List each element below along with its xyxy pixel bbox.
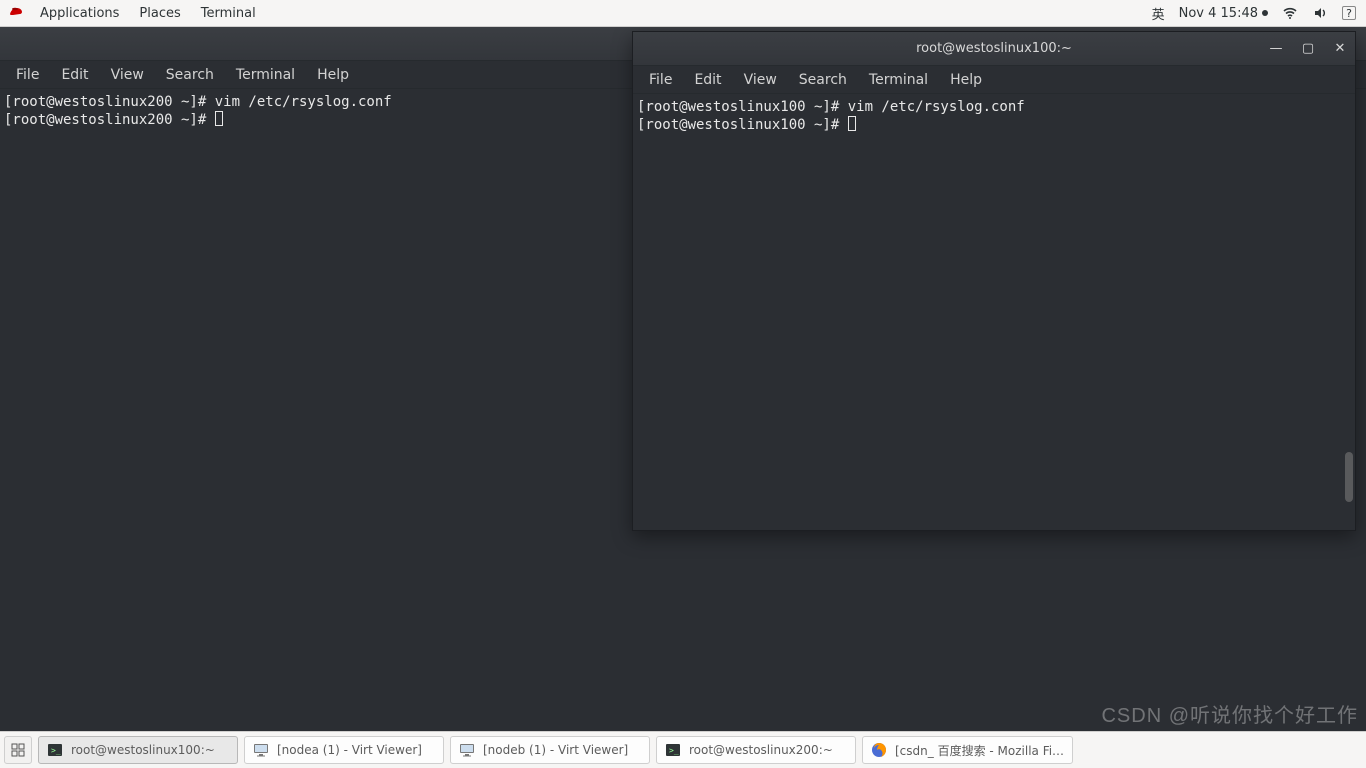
display-icon	[253, 742, 269, 758]
menu-view[interactable]: View	[101, 64, 154, 86]
menu-file[interactable]: File	[6, 64, 49, 86]
taskbar-item[interactable]: [nodeb (1) - Virt Viewer]	[450, 736, 650, 764]
terminal-body-100[interactable]: [root@westoslinux100 ~]# vim /etc/rsyslo…	[633, 94, 1355, 530]
menu-help[interactable]: Help	[940, 69, 992, 91]
volume-icon[interactable]	[1312, 5, 1328, 21]
scrollbar[interactable]	[1345, 452, 1353, 502]
display-icon	[459, 742, 475, 758]
top-panel: Applications Places Terminal 英 Nov 4 15:…	[0, 0, 1366, 27]
firefox-icon	[871, 742, 887, 758]
menu-search[interactable]: Search	[789, 69, 857, 91]
taskbar-item[interactable]: >_ root@westoslinux100:~	[38, 736, 238, 764]
help-icon[interactable]: ?	[1342, 6, 1356, 20]
terminal-menu[interactable]: Terminal	[191, 6, 266, 21]
maximize-button[interactable]: ▢	[1299, 41, 1317, 56]
svg-text:>_: >_	[51, 746, 61, 755]
wifi-icon[interactable]	[1282, 5, 1298, 21]
taskbar-item[interactable]: [csdn_ 百度搜索 - Mozilla Fi…	[862, 736, 1073, 764]
window-list-toggle[interactable]	[4, 736, 32, 764]
window-title: root@westoslinux100:~	[916, 41, 1072, 56]
terminal-window-100: root@westoslinux100:~ — ▢ ✕ File Edit Vi…	[632, 31, 1356, 531]
taskbar-item-label: [nodea (1) - Virt Viewer]	[277, 743, 422, 757]
terminal-menubar-100: File Edit View Search Terminal Help	[633, 66, 1355, 94]
menu-terminal[interactable]: Terminal	[226, 64, 305, 86]
menu-help[interactable]: Help	[307, 64, 359, 86]
menu-edit[interactable]: Edit	[684, 69, 731, 91]
close-button[interactable]: ✕	[1331, 41, 1349, 56]
taskbar-item-label: root@westoslinux200:~	[689, 743, 833, 757]
menu-view[interactable]: View	[734, 69, 787, 91]
applications-menu[interactable]: Applications	[30, 6, 129, 21]
menu-search[interactable]: Search	[156, 64, 224, 86]
window-controls: — ▢ ✕	[1267, 32, 1349, 65]
clock[interactable]: Nov 4 15:48	[1179, 6, 1268, 21]
taskbar-item[interactable]: [nodea (1) - Virt Viewer]	[244, 736, 444, 764]
menu-file[interactable]: File	[639, 69, 682, 91]
system-tray: 英 Nov 4 15:48 ?	[1152, 4, 1366, 23]
taskbar-item-label: [csdn_ 百度搜索 - Mozilla Fi…	[895, 742, 1064, 759]
titlebar-100[interactable]: root@westoslinux100:~ — ▢ ✕	[633, 32, 1355, 66]
places-menu[interactable]: Places	[129, 6, 190, 21]
terminal-icon: >_	[47, 742, 63, 758]
taskbar-item[interactable]: >_ root@westoslinux200:~	[656, 736, 856, 764]
menu-terminal[interactable]: Terminal	[859, 69, 938, 91]
redhat-icon	[8, 5, 24, 21]
terminal-icon: >_	[665, 742, 681, 758]
bottom-panel: >_ root@westoslinux100:~ [nodea (1) - Virt…	[0, 731, 1366, 768]
taskbar-item-label: root@westoslinux100:~	[71, 743, 215, 757]
taskbar-item-label: [nodeb (1) - Virt Viewer]	[483, 743, 628, 757]
input-method-indicator[interactable]: 英	[1152, 4, 1165, 23]
svg-text:>_: >_	[669, 746, 679, 755]
minimize-button[interactable]: —	[1267, 41, 1285, 56]
menu-edit[interactable]: Edit	[51, 64, 98, 86]
